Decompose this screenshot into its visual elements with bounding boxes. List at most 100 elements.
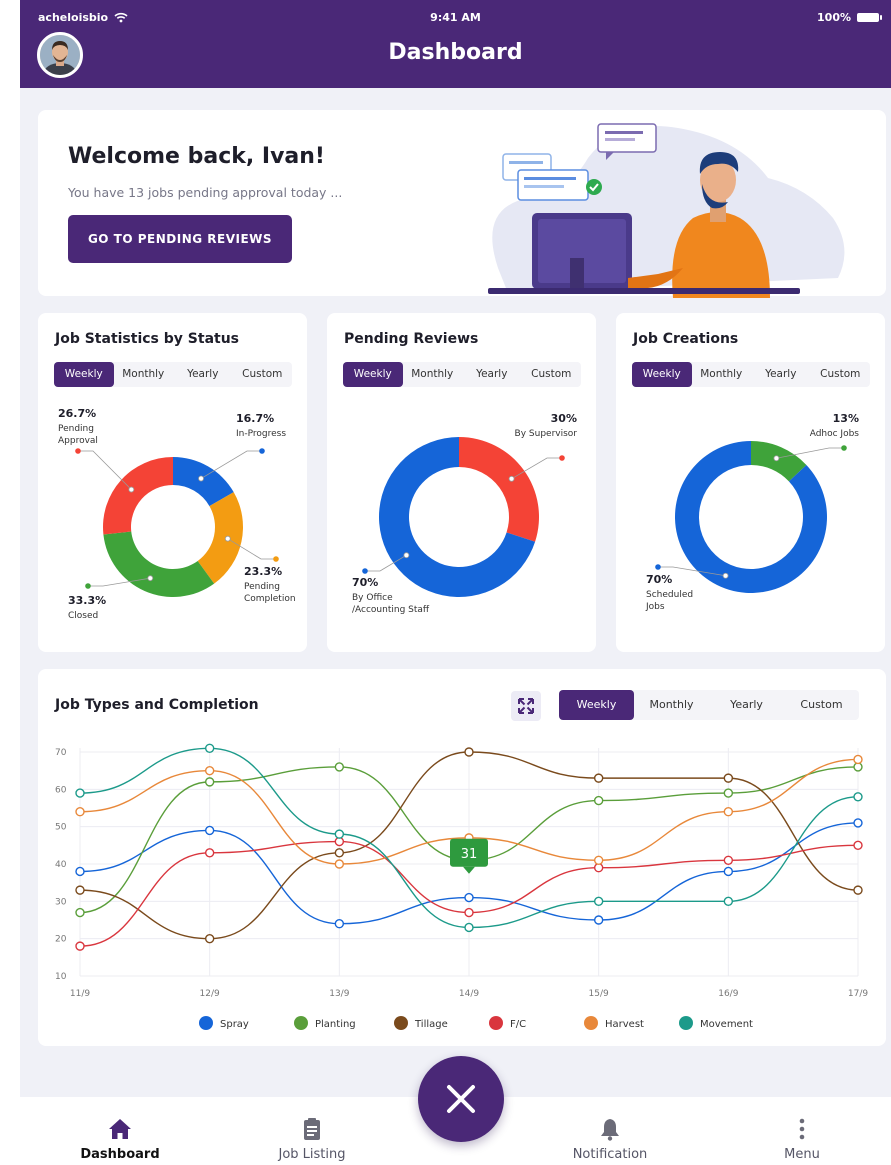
- y-tick-label: 20: [55, 935, 67, 945]
- tab-monthly[interactable]: Monthly: [634, 690, 709, 720]
- data-point[interactable]: [334, 859, 345, 869]
- data-point[interactable]: [204, 825, 215, 836]
- job-statistics-donut: 16.7% In-Progress 23.3% Pending Completion 33…: [58, 407, 296, 621]
- job-creations-donut: 13% Adhoc Jobs 70% Scheduled Jobs: [645, 412, 859, 612]
- legend-label[interactable]: Spray: [220, 1019, 249, 1030]
- data-point[interactable]: [853, 840, 863, 851]
- data-point[interactable]: [593, 896, 604, 907]
- donut-percent-label: 16.7%: [236, 412, 274, 425]
- callout-anchor: [722, 572, 729, 579]
- data-point[interactable]: [204, 933, 215, 944]
- callout-anchor: [128, 486, 135, 493]
- data-point[interactable]: [593, 855, 604, 865]
- tab-yearly[interactable]: Yearly: [462, 362, 522, 387]
- data-point[interactable]: [464, 747, 474, 757]
- data-point[interactable]: [723, 807, 734, 817]
- data-point[interactable]: [853, 885, 863, 895]
- data-point[interactable]: [853, 792, 863, 802]
- callout-anchor: [224, 535, 231, 542]
- data-point[interactable]: [853, 818, 863, 828]
- tab-yearly[interactable]: Yearly: [173, 362, 233, 387]
- job-creations-card: Job Creations Weekly Monthly Yearly Cust…: [616, 313, 885, 652]
- donut-category-label: Pending: [58, 424, 94, 434]
- y-tick-label: 10: [55, 972, 67, 982]
- donut-category-label: Approval: [58, 436, 98, 446]
- job-types-line-chart: 10 20 30 40 50 60 70 11/9 12/9 13/9 14/9 15/9 16/9 17…: [55, 743, 868, 1030]
- data-point[interactable]: [723, 866, 734, 877]
- go-to-pending-reviews-button[interactable]: GO TO PENDING REVIEWS: [68, 215, 292, 263]
- tab-dashboard[interactable]: Dashboard: [45, 1097, 195, 1162]
- x-tick-label: 13/9: [329, 989, 349, 999]
- data-point[interactable]: [75, 885, 85, 895]
- close-icon: [447, 1085, 475, 1113]
- job-creations-title: Job Creations: [633, 331, 739, 347]
- y-tick-label: 40: [55, 860, 67, 870]
- legend-label[interactable]: Tillage: [414, 1019, 448, 1030]
- legend-label[interactable]: F/C: [510, 1019, 526, 1030]
- tab-job-listing[interactable]: Job Listing: [237, 1097, 387, 1162]
- data-point[interactable]: [464, 922, 474, 933]
- x-tick-label: 12/9: [200, 989, 220, 999]
- battery-icon: [857, 13, 882, 22]
- data-point[interactable]: [723, 896, 734, 907]
- data-point[interactable]: [593, 795, 604, 806]
- legend-label[interactable]: Planting: [315, 1019, 356, 1030]
- donut-category-label: By Supervisor: [515, 429, 578, 439]
- tab-yearly[interactable]: Yearly: [751, 362, 811, 387]
- data-point[interactable]: [593, 915, 604, 925]
- legend-swatch: [394, 1016, 408, 1030]
- tab-monthly[interactable]: Monthly: [114, 362, 174, 387]
- tab-notification[interactable]: Notification: [535, 1097, 685, 1162]
- tab-custom[interactable]: Custom: [811, 362, 871, 387]
- tab-weekly[interactable]: Weekly: [343, 362, 403, 387]
- callout-dot: [259, 448, 265, 454]
- legend-swatch: [199, 1016, 213, 1030]
- close-fab-button[interactable]: [418, 1056, 504, 1142]
- welcome-title: Welcome back, Ivan!: [68, 144, 325, 169]
- data-point[interactable]: [204, 743, 215, 753]
- data-point[interactable]: [75, 866, 85, 877]
- data-point[interactable]: [723, 855, 734, 865]
- donut-percent-label: 23.3%: [244, 565, 282, 578]
- callout-dot: [85, 583, 91, 589]
- data-point[interactable]: [204, 765, 215, 776]
- tab-custom[interactable]: Custom: [784, 690, 859, 720]
- data-point[interactable]: [334, 919, 345, 929]
- tab-weekly[interactable]: Weekly: [632, 362, 692, 387]
- data-point[interactable]: [75, 907, 85, 918]
- expand-button[interactable]: [511, 691, 541, 721]
- tab-custom[interactable]: Custom: [233, 362, 293, 387]
- data-point[interactable]: [334, 848, 345, 858]
- data-point[interactable]: [593, 773, 604, 783]
- donut-category-label: Jobs: [645, 602, 665, 612]
- legend-label[interactable]: Harvest: [605, 1019, 644, 1030]
- data-point[interactable]: [723, 788, 734, 798]
- battery: 100%: [817, 11, 882, 24]
- tooltip-value: 31: [461, 847, 478, 862]
- data-point[interactable]: [464, 892, 474, 903]
- data-point[interactable]: [204, 848, 215, 858]
- tab-label: Menu: [784, 1147, 820, 1162]
- data-point[interactable]: [334, 762, 345, 772]
- donut-percent-label: 26.7%: [58, 407, 96, 420]
- tab-weekly[interactable]: Weekly: [54, 362, 114, 387]
- donut-segment: [103, 531, 215, 597]
- donut-category-label: Closed: [68, 611, 98, 621]
- data-point[interactable]: [723, 773, 734, 783]
- tab-monthly[interactable]: Monthly: [692, 362, 752, 387]
- data-point[interactable]: [75, 788, 85, 798]
- tab-weekly[interactable]: Weekly: [559, 690, 634, 720]
- tab-monthly[interactable]: Monthly: [403, 362, 463, 387]
- data-point[interactable]: [75, 807, 85, 817]
- data-point[interactable]: [75, 941, 85, 951]
- tab-menu[interactable]: Menu: [727, 1097, 877, 1162]
- data-point[interactable]: [334, 829, 345, 839]
- data-point[interactable]: [464, 907, 474, 918]
- tab-yearly[interactable]: Yearly: [709, 690, 784, 720]
- legend-label[interactable]: Movement: [700, 1019, 753, 1030]
- home-icon: [109, 1119, 131, 1139]
- data-point[interactable]: [853, 754, 863, 765]
- page-title: Dashboard: [388, 40, 523, 65]
- data-point[interactable]: [204, 777, 215, 787]
- tab-custom[interactable]: Custom: [522, 362, 582, 387]
